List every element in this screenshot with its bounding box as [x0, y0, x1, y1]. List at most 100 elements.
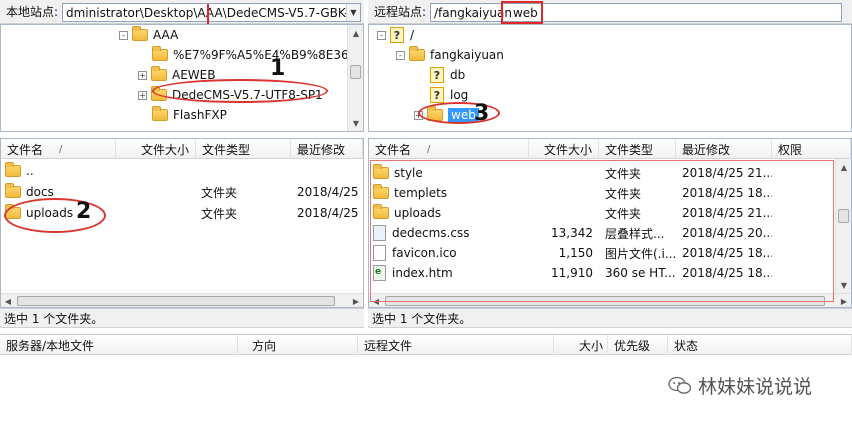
column-header-local-file[interactable]: 服务器/本地文件 — [0, 335, 238, 355]
list-item[interactable]: docs 文件夹 2018/4/25 1 — [1, 182, 363, 202]
local-list-hscrollbar[interactable]: ◀ ▶ — [1, 293, 363, 307]
tree-item-label: log — [450, 88, 469, 102]
expand-icon[interactable]: + — [138, 90, 147, 100]
annotation-number-1: 1 — [270, 56, 286, 81]
ico-file-icon — [373, 245, 386, 261]
queue-header: 服务器/本地文件 方向 远程文件 大小 优先级 状态 — [0, 335, 852, 355]
remote-path-combo[interactable]: /fangkaiyuan web — [430, 3, 842, 22]
local-path-text: dministrator\Desktop\AAA\DedeCMS-V5.7-GB… — [66, 5, 361, 20]
folder-icon — [373, 164, 389, 179]
tree-item-dedecms-utf8[interactable]: + DedeCMS-V5.7-UTF8-SP1 — [138, 85, 323, 105]
chevron-down-icon[interactable]: ▼ — [346, 4, 360, 21]
local-status-bar: 选中 1 个文件夹。 — [0, 308, 364, 328]
remote-path-highlight: web — [512, 5, 538, 20]
column-header-status[interactable]: 状态 — [668, 335, 852, 355]
watermark: 林妹妹说说说 — [668, 372, 812, 399]
scroll-thumb[interactable] — [385, 296, 825, 306]
unknown-folder-icon: ? — [390, 27, 404, 43]
list-item[interactable]: e index.htm 11,910 360 se HT... 2018/4/25… — [369, 263, 851, 283]
local-site-bar: 本地站点: dministrator\Desktop\AAA\DedeCMS-V… — [0, 0, 364, 24]
tree-item-label: FlashFXP — [173, 108, 227, 122]
local-site-label: 本地站点: — [6, 5, 59, 19]
folder-icon — [132, 26, 148, 41]
list-item[interactable]: style 文件夹 2018/4/25 21... — [369, 163, 851, 183]
column-header-name[interactable]: 文件名 / — [369, 139, 529, 159]
local-path-combo[interactable]: dministrator\Desktop\AAA\DedeCMS-V5.7-GB… — [62, 3, 361, 22]
expand-icon[interactable]: + — [414, 110, 423, 120]
remote-list-header: 文件名 / 文件大小 文件类型 最近修改 权限 — [369, 139, 851, 159]
collapse-icon[interactable]: - — [119, 30, 128, 40]
scroll-up-icon[interactable]: ▲ — [348, 25, 363, 41]
folder-icon — [151, 86, 167, 101]
scroll-right-icon[interactable]: ▶ — [349, 294, 363, 307]
tree-item-web[interactable]: + web — [414, 105, 479, 125]
column-header-size[interactable]: 文件大小 — [529, 139, 599, 159]
tree-item-aeweb[interactable]: + AEWEB — [138, 65, 215, 85]
tree-item-flashfxp[interactable]: FlashFXP — [152, 105, 227, 125]
folder-icon — [152, 46, 168, 61]
scroll-down-icon[interactable]: ▼ — [836, 277, 851, 293]
scroll-thumb[interactable] — [350, 65, 361, 79]
collapse-icon[interactable]: - — [396, 50, 405, 60]
unknown-folder-icon: ? — [430, 67, 444, 83]
css-file-icon — [373, 225, 386, 241]
annotation-number-2: 2 — [76, 199, 92, 224]
column-header-type[interactable]: 文件类型 — [196, 139, 291, 159]
tree-item-aaa[interactable]: - AAA — [119, 25, 178, 45]
scroll-thumb[interactable] — [17, 296, 335, 306]
expand-icon[interactable]: + — [138, 70, 147, 80]
tree-item-label: DedeCMS-V5.7-UTF8-SP1 — [172, 88, 323, 102]
local-file-list[interactable]: 文件名 / 文件大小 文件类型 最近修改 .. docs 文件夹 2018/4/2… — [0, 138, 364, 308]
column-header-permissions[interactable]: 权限 — [772, 139, 851, 159]
list-item[interactable]: dedecms.css 13,342 层叠样式... 2018/4/25 20.… — [369, 223, 851, 243]
tree-item-db[interactable]: ? db — [430, 65, 465, 85]
folder-icon — [152, 106, 168, 121]
tree-item-label: / — [410, 28, 415, 42]
column-header-size[interactable]: 大小 — [554, 335, 608, 355]
list-item[interactable]: favicon.ico 1,150 图片文件(.i... 2018/4/25 1… — [369, 243, 851, 263]
scroll-right-icon[interactable]: ▶ — [837, 294, 851, 307]
folder-icon — [373, 204, 389, 219]
column-header-type[interactable]: 文件类型 — [599, 139, 676, 159]
list-item[interactable]: uploads 文件夹 2018/4/25 1 — [1, 203, 363, 223]
tree-item-label: AEWEB — [172, 68, 216, 82]
folder-icon — [151, 66, 167, 81]
collapse-icon[interactable]: - — [377, 30, 386, 40]
folder-icon — [409, 46, 425, 61]
local-tree-pane[interactable]: - AAA %E7%9F%A5%E4%B9%8E360% + AEWEB + D… — [0, 24, 364, 132]
scroll-up-icon[interactable]: ▲ — [836, 159, 851, 175]
column-header-name[interactable]: 文件名 / — [1, 139, 116, 159]
column-header-size[interactable]: 文件大小 — [116, 139, 196, 159]
local-tree-scrollbar[interactable]: ▲ ▼ — [347, 25, 363, 131]
column-header-priority[interactable]: 优先级 — [608, 335, 668, 355]
remote-tree-pane[interactable]: - ? / - fangkaiyuan ? db ? log + web — [368, 24, 852, 132]
scroll-down-icon[interactable]: ▼ — [348, 115, 363, 131]
remote-path-prefix: /fangkaiyuan — [434, 5, 512, 20]
tree-item-label: %E7%9F%A5%E4%B9%8E360% — [173, 48, 364, 62]
folder-icon — [5, 204, 21, 219]
column-header-modified[interactable]: 最近修改 — [676, 139, 772, 159]
tree-item-root[interactable]: - ? / — [377, 25, 414, 45]
local-list-header: 文件名 / 文件大小 文件类型 最近修改 — [1, 139, 363, 159]
scroll-thumb[interactable] — [838, 209, 849, 223]
unknown-folder-icon: ? — [430, 87, 444, 103]
remote-list-hscrollbar[interactable]: ◀ ▶ — [369, 293, 851, 307]
wechat-icon — [668, 376, 692, 394]
remote-list-scrollbar[interactable]: ▲ ▼ — [835, 159, 851, 293]
list-item[interactable]: templets 文件夹 2018/4/25 18... — [369, 183, 851, 203]
scroll-left-icon[interactable]: ◀ — [369, 294, 383, 307]
column-header-modified[interactable]: 最近修改 — [291, 139, 363, 159]
remote-file-list[interactable]: 文件名 / 文件大小 文件类型 最近修改 权限 style 文件夹 2018/4/… — [368, 138, 852, 308]
list-item[interactable]: uploads 文件夹 2018/4/25 21... — [369, 203, 851, 223]
scroll-left-icon[interactable]: ◀ — [1, 294, 15, 307]
annotation-number-3: 3 — [474, 101, 490, 126]
list-item[interactable]: .. — [1, 161, 363, 181]
remote-site-bar: 远程站点: /fangkaiyuan web — [368, 0, 852, 24]
tree-item-log[interactable]: ? log — [430, 85, 468, 105]
remote-status-bar: 选中 1 个文件夹。 — [368, 308, 852, 328]
column-header-remote-file[interactable]: 远程文件 — [358, 335, 554, 355]
watermark-text: 林妹妹说说说 — [698, 376, 813, 398]
tree-item-fangkaiyuan[interactable]: - fangkaiyuan — [396, 45, 504, 65]
tree-item-encoded[interactable]: %E7%9F%A5%E4%B9%8E360% — [152, 45, 364, 65]
column-header-direction[interactable]: 方向 — [238, 335, 358, 355]
